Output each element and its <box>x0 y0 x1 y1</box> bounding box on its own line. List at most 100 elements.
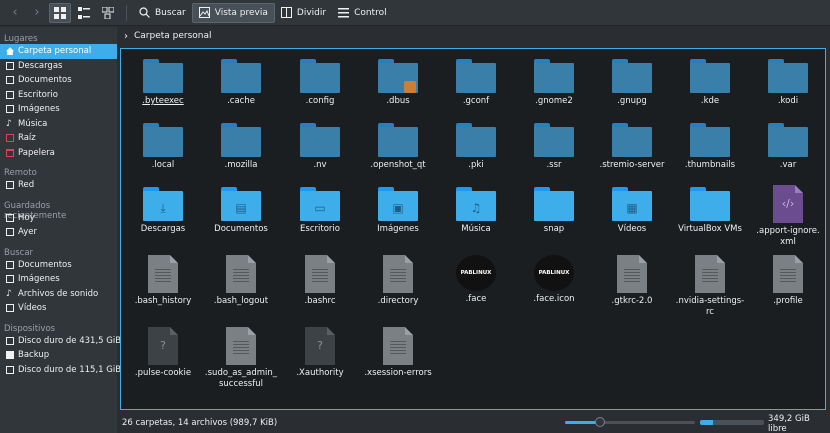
music-folder-icon: ♫ <box>456 185 496 221</box>
icons-view-button[interactable] <box>49 2 71 23</box>
videos-folder-icon: ▦ <box>612 185 652 221</box>
search-button[interactable]: Buscar <box>133 3 192 23</box>
sidebar-item-home[interactable]: Carpeta personal <box>0 44 117 59</box>
unknown-file-icon: ? <box>148 327 178 365</box>
file-item-var[interactable]: .var <box>748 121 828 171</box>
file-item-bashrc[interactable]: .bashrc <box>280 255 360 307</box>
compact-view-button[interactable] <box>73 3 95 23</box>
sidebar-item-search-audio[interactable]: ♪ Archivos de sonido <box>0 287 117 302</box>
sidebar-item-trash[interactable]: Papelera <box>0 146 117 161</box>
folder-icon <box>768 121 808 157</box>
file-name: snap <box>543 224 565 234</box>
sidebar-item-backup[interactable]: Backup <box>0 348 117 363</box>
sidebar-item-label: Hoy <box>18 212 35 223</box>
file-item-kodi[interactable]: .kodi <box>748 57 828 107</box>
file-item-nv[interactable]: .nv <box>280 121 360 171</box>
file-item-dbus[interactable]: .dbus <box>358 57 438 107</box>
breadcrumb-home[interactable]: Carpeta personal <box>134 31 212 41</box>
file-view[interactable]: .byteexec .cache .config .dbus .gconf .gnome2… <box>120 48 826 410</box>
sidebar-item-label: Backup <box>18 350 50 361</box>
file-item-xauthority[interactable]: ? .Xauthority <box>280 327 360 379</box>
file-item-sudo-as-admin-successful[interactable]: .sudo_as_admin_ successful <box>201 327 281 390</box>
preview-button[interactable]: Vista previa <box>191 2 275 23</box>
file-name: .stremio-server <box>599 160 665 170</box>
downloads-folder-icon: ⤓ <box>143 185 183 221</box>
file-item-face-icon[interactable]: PABLINUX .face.icon <box>514 255 594 305</box>
file-item-cache[interactable]: .cache <box>201 57 281 107</box>
sidebar-item-pictures[interactable]: Imágenes <box>0 102 117 117</box>
sidebar-item-label: Escritorio <box>18 89 58 100</box>
zoom-slider[interactable] <box>565 417 695 427</box>
sidebar-item-disk-2[interactable]: Disco duro de 115,1 GiB <box>0 363 121 378</box>
file-name: .kde <box>700 96 720 106</box>
file-item-openshot-qt[interactable]: .openshot_qt <box>358 121 438 171</box>
file-item-documentos[interactable]: ▤ Documentos <box>201 185 281 235</box>
file-item-m-sica[interactable]: ♫ Música <box>436 185 516 235</box>
file-name: VirtualBox VMs <box>678 224 742 234</box>
text-file-icon <box>617 255 647 293</box>
status-summary: 26 carpetas, 14 archivos (989,7 KiB) <box>122 417 278 428</box>
sidebar-item-music[interactable]: ♪ Música <box>0 117 117 132</box>
file-item-apport-ignore-xml[interactable]: ‹/› .apport-ignore. xml <box>748 185 828 248</box>
file-item-gconf[interactable]: .gconf <box>436 57 516 107</box>
file-item-face[interactable]: PABLINUX .face <box>436 255 516 305</box>
sidebar-item-network[interactable]: Red <box>0 178 117 193</box>
sidebar-item-root[interactable]: Raíz <box>0 131 117 146</box>
sidebar-item-search-images[interactable]: Imágenes <box>0 272 117 287</box>
file-item-gtkrc-2-0[interactable]: .gtkrc-2.0 <box>592 255 672 307</box>
file-item-ssr[interactable]: .ssr <box>514 121 594 171</box>
breadcrumb: › Carpeta personal <box>118 27 830 45</box>
file-item-im-genes[interactable]: ▣ Imágenes <box>358 185 438 235</box>
file-item-escritorio[interactable]: ▭ Escritorio <box>280 185 360 235</box>
folder-icon <box>456 57 496 93</box>
file-item-pulse-cookie[interactable]: ? .pulse-cookie <box>123 327 203 379</box>
folder-icon <box>690 57 730 93</box>
video-icon <box>6 304 14 313</box>
sidebar-item-yesterday[interactable]: Ayer <box>0 225 117 240</box>
folder-icon <box>143 121 183 157</box>
sidebar-item-search-videos[interactable]: Vídeos <box>0 301 117 316</box>
file-item-directory[interactable]: .directory <box>358 255 438 307</box>
file-item-byteexec[interactable]: .byteexec <box>123 57 203 107</box>
control-menu-button[interactable]: Control <box>332 3 393 23</box>
file-item-v-deos[interactable]: ▦ Vídeos <box>592 185 672 235</box>
file-item-virtualbox-vms[interactable]: VirtualBox VMs <box>670 185 750 235</box>
image-preview-icon <box>198 7 210 18</box>
sidebar-item-search-documents[interactable]: Documentos <box>0 258 117 273</box>
usb-drive-icon <box>6 351 14 360</box>
file-item-snap[interactable]: snap <box>514 185 594 235</box>
sidebar-item-desktop[interactable]: Escritorio <box>0 88 117 103</box>
documents-folder-icon: ▤ <box>221 185 261 221</box>
file-item-profile[interactable]: .profile <box>748 255 828 307</box>
file-item-nvidia-settings-rc[interactable]: .nvidia-settings- rc <box>670 255 750 318</box>
file-name: .var <box>779 160 797 170</box>
file-name: .pki <box>468 160 484 170</box>
file-item-gnome2[interactable]: .gnome2 <box>514 57 594 107</box>
back-button[interactable]: ‹ <box>4 3 26 23</box>
tree-list-icon <box>102 6 114 19</box>
file-item-stremio-server[interactable]: .stremio-server <box>592 121 672 171</box>
text-file-icon <box>148 255 178 293</box>
file-name: .bash_history <box>134 296 192 306</box>
sidebar-item-documents[interactable]: Documentos <box>0 73 117 88</box>
file-item-bash-logout[interactable]: .bash_logout <box>201 255 281 307</box>
file-item-pki[interactable]: .pki <box>436 121 516 171</box>
file-name: .bash_logout <box>213 296 269 306</box>
sidebar-item-downloads[interactable]: Descargas <box>0 59 117 74</box>
disk-space-bar <box>700 420 764 425</box>
file-item-descargas[interactable]: ⤓ Descargas <box>123 185 203 235</box>
file-item-config[interactable]: .config <box>280 57 360 107</box>
sidebar-item-disk-1[interactable]: Disco duro de 431,5 GiB <box>0 334 121 349</box>
folder-icon <box>534 121 574 157</box>
file-item-local[interactable]: .local <box>123 121 203 171</box>
file-name: .bashrc <box>304 296 336 306</box>
file-item-xsession-errors[interactable]: .xsession-errors <box>358 327 438 379</box>
file-item-thumbnails[interactable]: .thumbnails <box>670 121 750 171</box>
file-item-kde[interactable]: .kde <box>670 57 750 107</box>
file-item-mozilla[interactable]: .mozilla <box>201 121 281 171</box>
split-button[interactable]: Dividir <box>275 3 332 23</box>
file-item-gnupg[interactable]: .gnupg <box>592 57 672 107</box>
file-item-bash-history[interactable]: .bash_history <box>123 255 203 307</box>
details-view-button[interactable] <box>97 3 119 23</box>
forward-button[interactable]: › <box>26 3 48 23</box>
